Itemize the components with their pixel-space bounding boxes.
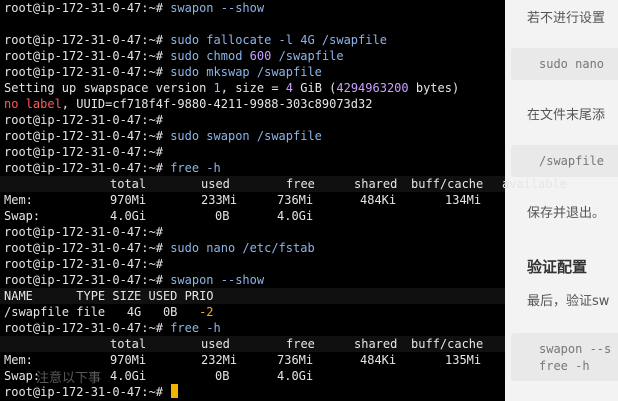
free-table-row: Swap: 4.0Gi 0B 4.0Gi — [4, 209, 314, 223]
terminal-window[interactable]: root@ip-172-31-0-47:~# swapon --show roo… — [0, 0, 567, 401]
terminal-line: root@ip-172-31-0-47:~# free -h — [4, 161, 221, 175]
terminal-line: root@ip-172-31-0-47:~# swapon --show — [4, 1, 265, 15]
terminal-line: root@ip-172-31-0-47:~# free -h — [4, 321, 221, 335]
terminal-line: root@ip-172-31-0-47:~# — [4, 225, 163, 239]
swapon-table-header: NAME TYPE SIZE USED PRIO — [0, 288, 505, 304]
doc-code-block: /swapfile — [511, 145, 618, 177]
terminal-output: no label, UUID=cf718f4f-9880-4211-9988-3… — [4, 97, 373, 111]
doc-code-block: swapon --s free -h — [511, 333, 618, 381]
text-cursor — [171, 384, 179, 398]
terminal-line: root@ip-172-31-0-47:~# sudo mkswap /swap… — [4, 65, 322, 79]
terminal-line: root@ip-172-31-0-47:~# — [4, 257, 163, 271]
doc-paragraph: 保存并退出。 — [527, 206, 606, 221]
doc-paragraph: 最后，验证sw — [527, 294, 610, 309]
terminal-line: root@ip-172-31-0-47:~# sudo swapon /swap… — [4, 129, 322, 143]
doc-code-block: sudo nano — [511, 48, 618, 80]
terminal-line: root@ip-172-31-0-47:~# — [4, 145, 163, 159]
terminal-line: root@ip-172-31-0-47:~# sudo fallocate -l… — [4, 33, 387, 47]
free-table-header: total used free shared buff/cache — [0, 336, 505, 352]
terminal-line: root@ip-172-31-0-47:~# — [4, 113, 163, 127]
terminal-output: Setting up swapspace version 1, size = 4… — [4, 81, 460, 95]
terminal-input-line[interactable]: root@ip-172-31-0-47:~# — [4, 384, 179, 400]
doc-paragraph: 在文件末尾添 — [527, 108, 606, 123]
doc-paragraph: 若不进行设置 — [527, 11, 606, 26]
free-table-header: total used free shared buff/cache availa… — [0, 176, 567, 192]
terminal-line: root@ip-172-31-0-47:~# sudo nano /etc/fs… — [4, 241, 315, 255]
background-document: 若不进行设置 sudo nano 在文件末尾添 /swapfile 保存并退出。… — [505, 0, 618, 401]
doc-heading: 验证配置 — [527, 258, 588, 276]
free-table-row: Mem: 970Mi 232Mi 736Mi 484Ki 135Mi — [4, 353, 482, 367]
terminal-line: root@ip-172-31-0-47:~# sudo chmod 600 /s… — [4, 49, 344, 63]
terminal-line: root@ip-172-31-0-47:~# swapon --show — [4, 273, 265, 287]
free-table-row: Mem: 970Mi 233Mi 736Mi 484Ki 134Mi — [4, 193, 482, 207]
swapon-table-row: /swapfile file 4G 0B -2 — [4, 305, 214, 319]
